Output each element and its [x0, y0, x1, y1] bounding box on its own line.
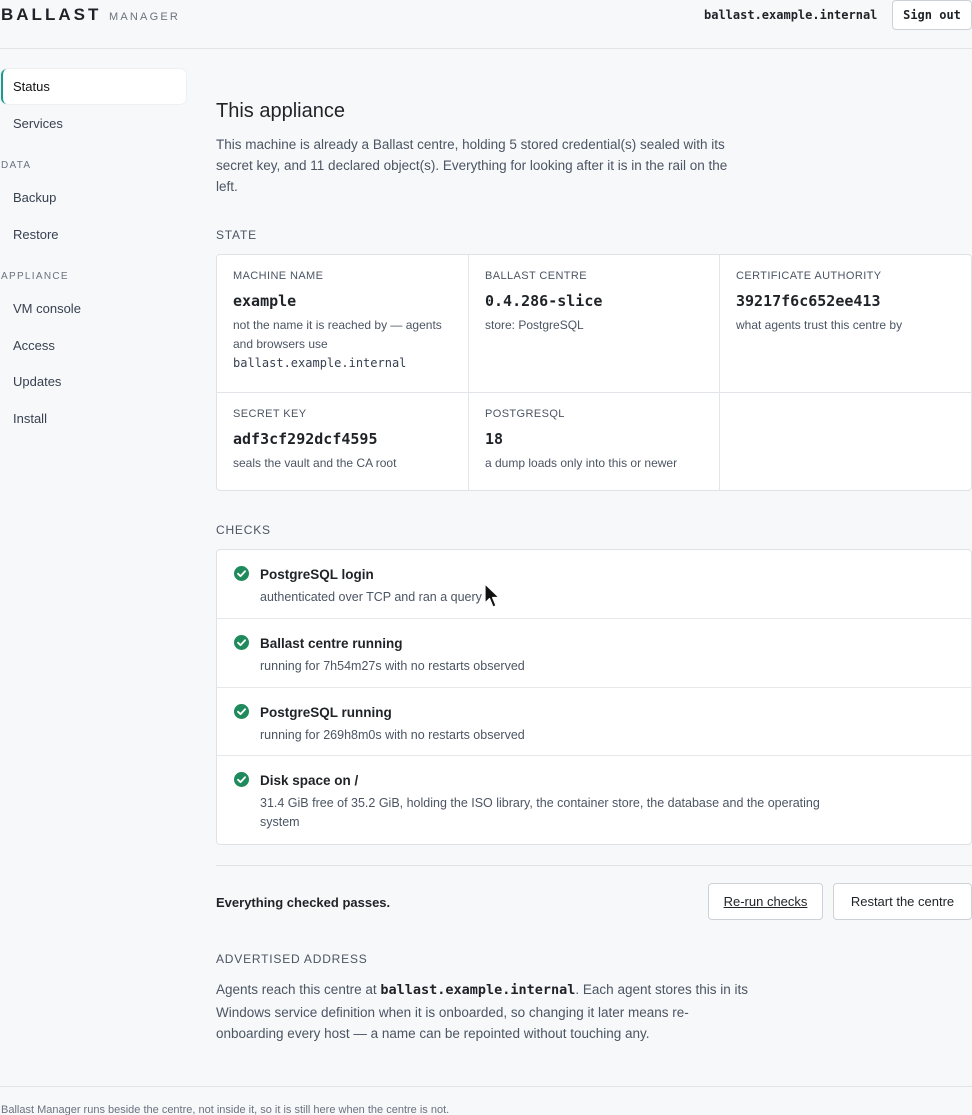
- check-detail: authenticated over TCP and ran a query: [260, 590, 482, 604]
- host-name: ballast.example.internal: [704, 8, 878, 22]
- restart-centre-button[interactable]: Restart the centre: [833, 883, 972, 920]
- checks-list: PostgreSQL login authenticated over TCP …: [216, 549, 972, 845]
- cell-label: SECRET KEY: [233, 408, 307, 420]
- check-title: Disk space on /: [260, 773, 359, 788]
- app-logo-subtitle: MANAGER: [109, 11, 181, 23]
- sidebar-item-restore[interactable]: Restore: [1, 217, 186, 252]
- check-pass-icon: [234, 635, 249, 650]
- cell-label: MACHINE NAME: [233, 270, 324, 282]
- cell-note: a dump loads only into this or newer: [485, 456, 678, 470]
- sidebar-item-updates[interactable]: Updates: [1, 364, 186, 399]
- state-secret-key: SECRET KEY adf3cf292dcf4595 seals the va…: [217, 393, 468, 473]
- mouse-cursor-icon: [484, 583, 500, 608]
- cell-note: what agents trust this centre by: [736, 318, 903, 332]
- rerun-checks-button[interactable]: Re-run checks: [708, 883, 823, 920]
- sidebar-item-access[interactable]: Access: [1, 328, 186, 363]
- app-logo[interactable]: BALLAST: [1, 5, 101, 25]
- check-item: PostgreSQL login authenticated over TCP …: [217, 550, 971, 619]
- sidebar-item-services[interactable]: Services: [1, 106, 186, 141]
- cell-note: store: PostgreSQL: [485, 318, 584, 332]
- check-item: Ballast centre running running for 7h54m…: [217, 619, 971, 688]
- sidebar-item-install[interactable]: Install: [1, 401, 186, 436]
- cell-value: 18: [485, 430, 504, 448]
- cell-note: seals the vault and the CA root: [233, 456, 397, 470]
- cell-label: BALLAST CENTRE: [485, 270, 587, 282]
- footer-divider: [0, 1086, 972, 1087]
- address-code: ballast.example.internal: [380, 982, 576, 998]
- sidebar-item-backup[interactable]: Backup: [1, 180, 186, 215]
- top-bar: BALLAST MANAGER ballast.example.internal…: [0, 0, 972, 49]
- check-detail: running for 269h8m0s with no restarts ob…: [260, 728, 525, 742]
- intro-text: This machine is already a Ballast centre…: [216, 137, 728, 194]
- check-detail: running for 7h54m27s with no restarts ob…: [260, 659, 525, 673]
- checks-summary: Everything checked passes.: [216, 895, 391, 910]
- cell-value: example: [233, 292, 297, 310]
- address-text-pre: Agents reach this centre at: [216, 982, 381, 997]
- state-certificate-authority: CERTIFICATE AUTHORITY 39217f6c652ee413 w…: [720, 255, 972, 335]
- check-item: Disk space on / 31.4 GiB free of 35.2 Gi…: [217, 756, 971, 844]
- state-grid: MACHINE NAME example not the name it is …: [216, 254, 972, 491]
- cell-value: 39217f6c652ee413: [736, 292, 881, 310]
- cell-value: adf3cf292dcf4595: [233, 430, 378, 448]
- cell-note-code: ballast.example.internal: [233, 356, 407, 370]
- cell-note-text: not the name it is reached by — agents a…: [233, 318, 442, 351]
- state-postgresql: POSTGRESQL 18 a dump loads only into thi…: [469, 393, 719, 473]
- check-title: PostgreSQL running: [260, 705, 392, 720]
- cell-label: CERTIFICATE AUTHORITY: [736, 270, 882, 282]
- check-pass-icon: [234, 566, 249, 581]
- check-title: PostgreSQL login: [260, 567, 374, 582]
- address-section-label: ADVERTISED ADDRESS: [216, 952, 368, 966]
- sidebar-item-vm-console[interactable]: VM console: [1, 291, 186, 326]
- cell-value: 0.4.286-slice: [485, 292, 603, 310]
- check-title: Ballast centre running: [260, 636, 403, 651]
- state-machine-name: MACHINE NAME example not the name it is …: [217, 255, 468, 373]
- checks-section-label: CHECKS: [216, 523, 271, 537]
- state-ballast-centre: BALLAST CENTRE 0.4.286-slice store: Post…: [469, 255, 719, 335]
- cell-label: POSTGRESQL: [485, 408, 565, 420]
- sign-out-button[interactable]: Sign out: [892, 0, 972, 30]
- cell-note: not the name it is reached by — agents a…: [233, 316, 452, 373]
- check-pass-icon: [234, 704, 249, 719]
- divider: [216, 865, 972, 866]
- state-section-label: STATE: [216, 228, 257, 242]
- address-text: Agents reach this centre at ballast.exam…: [216, 979, 756, 1045]
- sidebar-section-data: DATA: [1, 160, 32, 171]
- sidebar-section-appliance: APPLIANCE: [1, 271, 69, 282]
- page-title: This appliance: [216, 100, 345, 122]
- check-detail: 31.4 GiB free of 35.2 GiB, holding the I…: [260, 796, 820, 829]
- check-item: PostgreSQL running running for 269h8m0s …: [217, 688, 971, 756]
- footer-text: Ballast Manager runs beside the centre, …: [1, 1104, 450, 1115]
- sidebar-item-status[interactable]: Status: [1, 69, 186, 104]
- check-pass-icon: [234, 772, 249, 787]
